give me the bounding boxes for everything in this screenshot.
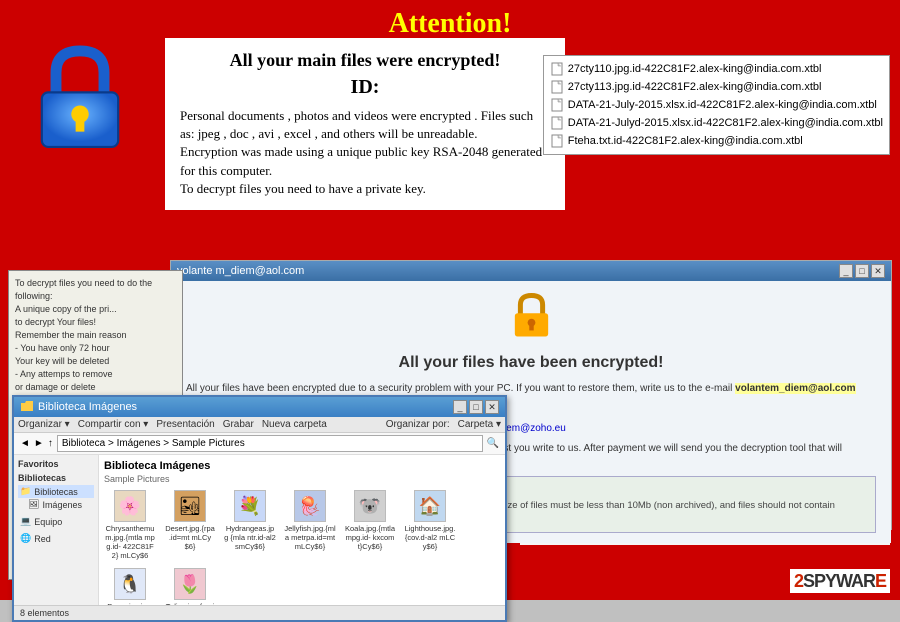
- explorer-toolbar: Organizar ▾ Compartir con ▾ Presentación…: [14, 417, 505, 433]
- file-thumb-name-2: Desert.jpg.{rpa .id=mt mLCy$6}: [164, 524, 216, 551]
- file-icon-4: [550, 116, 564, 130]
- file-thumb-name-5: Koala.jpg.{mtla mpg.id- kxcomt}Cy$6}: [344, 524, 396, 551]
- explorer-title-buttons: _ □ ✕: [453, 400, 499, 414]
- equipo-section: 💻 Equipo: [18, 515, 94, 528]
- explorer-main-subtitle: Sample Pictures: [104, 474, 500, 484]
- address-bar-row: ◄ ► ↑ Biblioteca > Imágenes > Sample Pic…: [14, 433, 505, 455]
- explorer-sidebar: Favoritos Bibliotecas 📁 Bibliotecas 🖼 Im…: [14, 455, 99, 605]
- toolbar-folder[interactable]: Carpeta ▾: [458, 419, 501, 430]
- toolbar-new-folder[interactable]: Nueva carpeta: [262, 419, 327, 430]
- file-icon-5: [550, 134, 564, 148]
- file-thumb-hydrangeas: 💐 Hydrangeas.jpg {mla ntr.id-al2 smCy$6}: [224, 490, 276, 560]
- back-button[interactable]: ◄: [20, 438, 30, 449]
- explorer-body: Favoritos Bibliotecas 📁 Bibliotecas 🖼 Im…: [14, 455, 505, 605]
- lock-icon-area: [20, 40, 150, 180]
- encrypted-title: All your main files were encrypted!: [180, 50, 550, 71]
- id-label: ID:: [180, 76, 550, 99]
- file-list-popup: 27cty110.jpg.id-422C81F2.alex-king@india…: [543, 55, 890, 155]
- search-button[interactable]: 🔍: [487, 438, 499, 449]
- explorer-folder-icon: [20, 400, 34, 414]
- explorer-minimize-button[interactable]: _: [453, 400, 467, 414]
- toolbar-organize[interactable]: Organizar ▾: [18, 419, 70, 430]
- red-section: 🌐 Red: [18, 532, 94, 545]
- sidebar-red[interactable]: 🌐 Red: [18, 532, 94, 545]
- main-ransomware-window: Attention! All your main files were encr…: [0, 0, 900, 600]
- file-thumb-name-1: Chrysanthemum.jpg.{mtla mpg.id- 422C81F2…: [104, 524, 156, 560]
- file-thumb-icon-2: 🏜: [174, 490, 206, 522]
- computer-icon: 💻: [20, 516, 31, 527]
- file-thumb-name-6: Lighthouse.jpg.{cov.d-al2 mLCy$6}: [404, 524, 456, 551]
- file-item-3: DATA-21-July-2015.xlsx.id-422C81F2.alex-…: [550, 96, 883, 114]
- explorer-title-area: Biblioteca Imágenes: [20, 400, 137, 414]
- explorer-titlebar: Biblioteca Imágenes _ □ ✕: [14, 397, 505, 417]
- toolbar-presentation[interactable]: Presentación: [156, 419, 214, 430]
- file-thumb-icon-1: 🌸: [114, 490, 146, 522]
- file-thumb-name-7: Penguins.jpg.{pmt mpa.id=mt mLCy$6}: [104, 602, 156, 605]
- file-thumb-desert: 🏜 Desert.jpg.{rpa .id=mt mLCy$6}: [164, 490, 216, 560]
- file-thumb-name-3: Hydrangeas.jpg {mla ntr.id-al2 smCy$6}: [224, 524, 276, 551]
- explorer-close-button[interactable]: ✕: [485, 400, 499, 414]
- explorer-maximize-button[interactable]: □: [469, 400, 483, 414]
- network-icon: 🌐: [20, 533, 31, 544]
- file-thumb-penguins: 🐧 Penguins.jpg.{pmt mpa.id=mt mLCy$6}: [104, 568, 156, 605]
- sidebar-imagenes[interactable]: 🖼 Imágenes: [18, 498, 94, 511]
- decrypt-lock-icon: [186, 291, 876, 346]
- file-thumb-icon-8: 🌷: [174, 568, 206, 600]
- decrypt-main-title: All your files have been encrypted!: [186, 354, 876, 372]
- spyware-logo: 2SPYWARE: [790, 569, 890, 593]
- toolbar-share[interactable]: Compartir con ▾: [78, 419, 149, 430]
- file-thumb-chrysanthemum: 🌸 Chrysanthemum.jpg.{mtla mpg.id- 422C81…: [104, 490, 156, 560]
- file-thumb-tulips: 🌷 Tulips.jpg.{pa.id=mt{ cow}Cy$6}: [164, 568, 216, 605]
- images-folder-icon: 🖼: [28, 499, 39, 510]
- favorites-title: Favoritos: [18, 459, 94, 469]
- file-thumb-icon-3: 💐: [234, 490, 266, 522]
- file-icon-2: [550, 80, 564, 94]
- explorer-window-title: Biblioteca Imágenes: [38, 401, 137, 413]
- file-icon-1: [550, 62, 564, 76]
- description-text: Personal documents , photos and videos w…: [180, 107, 550, 198]
- explorer-main-area: Biblioteca Imágenes Sample Pictures 🌸 Ch…: [99, 455, 505, 605]
- decrypt-body-text: All your files have been encrypted due t…: [186, 382, 876, 396]
- lock-icon: [20, 40, 140, 160]
- file-thumb-name-8: Tulips.jpg.{pa.id=mt{ cow}Cy$6}: [164, 602, 216, 605]
- spyware-logo-area: 2SPYWARE: [790, 571, 890, 592]
- toolbar-grabar[interactable]: Grabar: [223, 419, 254, 430]
- file-item-4: DATA-21-Julyd-2015.xlsx.id-422C81F2.alex…: [550, 114, 883, 132]
- explorer-window: Biblioteca Imágenes _ □ ✕ Organizar ▾ Co…: [12, 395, 507, 622]
- maximize-button[interactable]: □: [855, 264, 869, 278]
- libraries-title: Bibliotecas: [18, 473, 94, 483]
- folder-icon: 📁: [20, 486, 31, 497]
- favorites-section: Favoritos: [18, 459, 94, 469]
- file-thumb-icon-4: 🪼: [294, 490, 326, 522]
- file-thumb-icon-6: 🏠: [414, 490, 446, 522]
- email-highlight: volantem_diem@aol.com: [735, 383, 855, 394]
- file-item-5: Fteha.txt.id-422C81F2.alex-king@india.co…: [550, 132, 883, 150]
- small-lock-icon: [509, 291, 554, 341]
- file-thumb-name-4: Jellyfish.jpg.{mla metrpa.id=mt mLCy$6}: [284, 524, 336, 551]
- file-thumb-lighthouse: 🏠 Lighthouse.jpg.{cov.d-al2 mLCy$6}: [404, 490, 456, 560]
- file-icon-3: [550, 98, 564, 112]
- file-thumb-icon-5: 🐨: [354, 490, 386, 522]
- file-thumb-icon-7: 🐧: [114, 568, 146, 600]
- file-thumb-jellyfish: 🪼 Jellyfish.jpg.{mla metrpa.id=mt mLCy$6…: [284, 490, 336, 560]
- up-button[interactable]: ↑: [48, 438, 53, 449]
- explorer-status-bar: 8 elementos: [14, 605, 505, 620]
- attention-title: Attention!: [389, 8, 512, 39]
- forward-button[interactable]: ►: [34, 438, 44, 449]
- minimize-button[interactable]: _: [839, 264, 853, 278]
- toolbar-organize-by: Organizar por:: [386, 419, 450, 430]
- explorer-main-title: Biblioteca Imágenes: [104, 460, 500, 472]
- sidebar-bibliotecas[interactable]: 📁 Bibliotecas: [18, 485, 94, 498]
- decrypt-window-titlebar: volante m_diem@aol.com _ □ ✕: [171, 261, 891, 281]
- files-grid: 🌸 Chrysanthemum.jpg.{mtla mpg.id- 422C81…: [104, 490, 500, 605]
- sidebar-equipo[interactable]: 💻 Equipo: [18, 515, 94, 528]
- file-item-2: 27cty113.jpg.id-422C81F2.alex-king@india…: [550, 78, 883, 96]
- libraries-section: Bibliotecas 📁 Bibliotecas 🖼 Imágenes: [18, 473, 94, 511]
- main-content-panel: All your main files were encrypted! ID: …: [165, 38, 565, 210]
- file-thumb-koala: 🐨 Koala.jpg.{mtla mpg.id- kxcomt}Cy$6}: [344, 490, 396, 560]
- address-bar[interactable]: Biblioteca > Imágenes > Sample Pictures: [57, 435, 483, 452]
- window-controls: _ □ ✕: [839, 264, 885, 278]
- close-button[interactable]: ✕: [871, 264, 885, 278]
- file-item-1: 27cty110.jpg.id-422C81F2.alex-king@india…: [550, 60, 883, 78]
